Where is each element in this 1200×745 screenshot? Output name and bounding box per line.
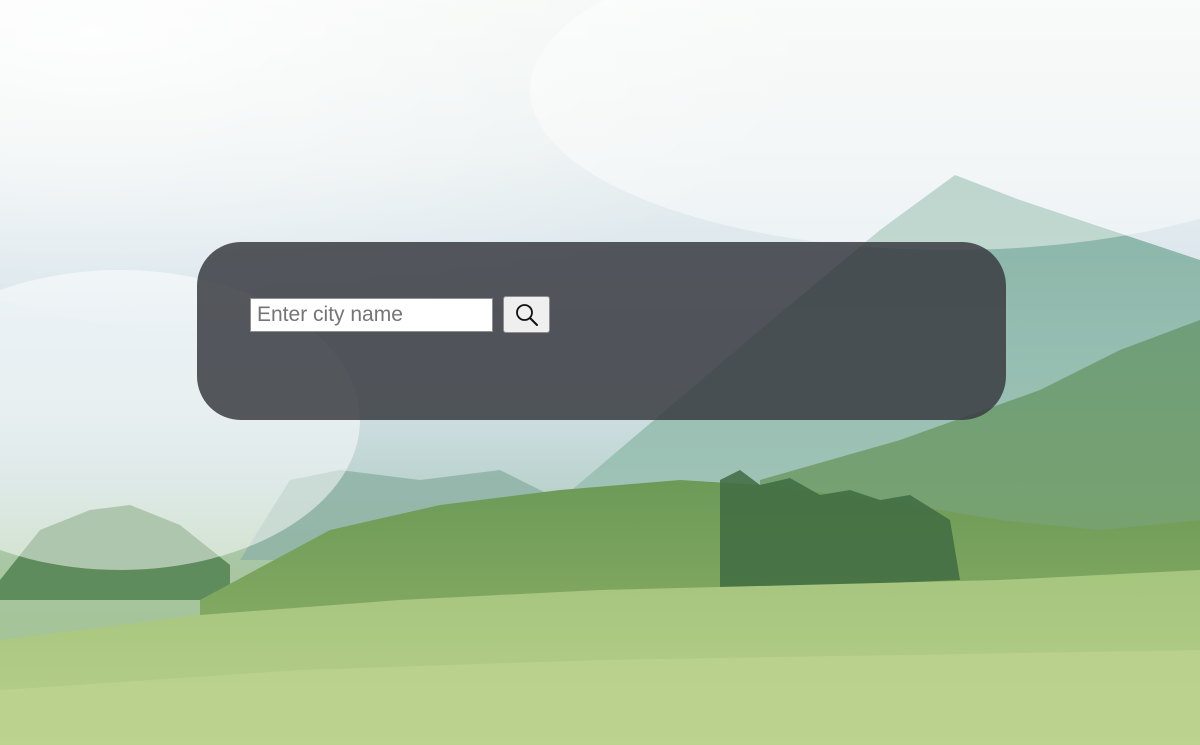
- search-panel: [197, 242, 1006, 420]
- search-bar: [250, 296, 550, 333]
- search-icon: [515, 303, 538, 326]
- weather-app-screen: [0, 0, 1200, 745]
- search-button[interactable]: [503, 296, 550, 333]
- city-search-input[interactable]: [250, 297, 493, 332]
